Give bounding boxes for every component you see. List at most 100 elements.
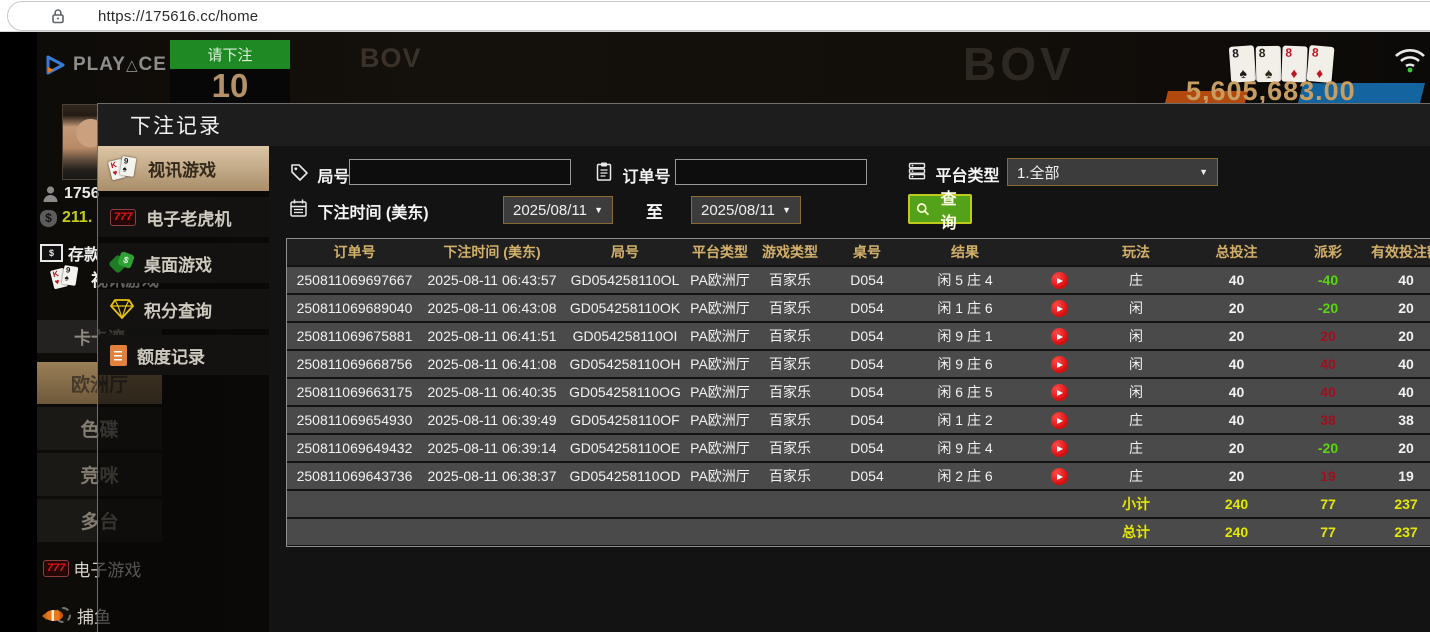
cell-game-type: 百家乐 xyxy=(752,351,828,377)
cell-bet-type: 庄 xyxy=(1094,407,1178,433)
cell-round-number: GD054258110OF xyxy=(562,407,688,433)
cell-bet-time: 2025-08-11 06:43:08 xyxy=(422,295,562,321)
to-separator: 至 xyxy=(646,198,663,223)
wifi-icon xyxy=(1395,49,1425,73)
column-header: 结果 xyxy=(906,239,1024,265)
cell-bet-type: 庄 xyxy=(1094,267,1178,293)
money-bag-icon: $ xyxy=(40,209,57,227)
cell-bet-time: 2025-08-11 06:39:49 xyxy=(422,407,562,433)
sidebar-item-4[interactable]: 积分查询 xyxy=(98,289,269,329)
cell-payout: 40 xyxy=(1295,351,1361,377)
cell-total-bet: 240 xyxy=(1178,519,1295,545)
cell-total-bet: 20 xyxy=(1178,323,1295,349)
cell-payout: 20 xyxy=(1295,323,1361,349)
user-icon xyxy=(43,186,58,202)
cell-round-number: GD054258110OG xyxy=(562,379,688,405)
date-to-select[interactable]: 2025/08/11 ▼ xyxy=(691,196,801,224)
cell-result: 闲 1 庄 6 xyxy=(906,295,1024,321)
cell-replay xyxy=(1024,295,1094,321)
cell-bet-time: 2025-08-11 06:40:35 xyxy=(422,379,562,405)
round-label: 局号 xyxy=(317,169,350,186)
cell-empty xyxy=(828,519,906,545)
replay-button[interactable] xyxy=(1050,468,1068,486)
cell-result: 闲 9 庄 6 xyxy=(906,351,1024,377)
order-filter: 订单号 xyxy=(594,161,670,187)
banknote-icon: $ xyxy=(40,244,63,262)
slots-777-icon: 777 xyxy=(43,559,70,577)
date-from-value: 2025/08/11 xyxy=(513,201,587,219)
replay-button[interactable] xyxy=(1050,272,1068,290)
deposit-button[interactable]: $ 存款 xyxy=(40,241,100,265)
cell-payout: -20 xyxy=(1295,435,1361,461)
sidebar-item-2[interactable]: 777 电子老虎机 xyxy=(98,197,269,237)
cell-game-type: 百家乐 xyxy=(752,379,828,405)
cell-bet-type: 闲 xyxy=(1094,351,1178,377)
cell-empty xyxy=(287,491,422,517)
cell-payout: 77 xyxy=(1295,519,1361,545)
cell-bet-time: 2025-08-11 06:41:08 xyxy=(422,351,562,377)
quota-doc-icon xyxy=(110,344,127,366)
table-row: 250811069654930 2025-08-11 06:39:49 GD0542… xyxy=(287,407,1430,433)
replay-button[interactable] xyxy=(1050,384,1068,402)
modal-main-panel: 局号 订单号 平台类型 1.全部 ▼ 下注时间 (美东) 2025/08/11 … xyxy=(269,146,1430,632)
cell-result: 闲 2 庄 6 xyxy=(906,463,1024,489)
cell-bet-type: 庄 xyxy=(1094,435,1178,461)
search-button[interactable]: 查询 xyxy=(908,191,972,232)
cell-replay xyxy=(1024,407,1094,433)
replay-button[interactable] xyxy=(1050,440,1068,458)
bet-time-filter: 下注时间 (美东) xyxy=(289,198,429,223)
cell-order-number: 250811069643736 xyxy=(287,463,422,489)
cell-empty xyxy=(828,491,906,517)
replay-button[interactable] xyxy=(1050,328,1068,346)
cell-empty xyxy=(1024,519,1094,545)
cell-total-bet: 20 xyxy=(1178,435,1295,461)
cell-table-number: D054 xyxy=(828,463,906,489)
to-label: 至 xyxy=(646,203,663,222)
round-filter: 局号 xyxy=(289,162,349,187)
cell-payout: -40 xyxy=(1295,267,1361,293)
cell-empty xyxy=(906,519,1024,545)
url-input[interactable]: https://175616.cc/home xyxy=(7,1,1430,31)
cell-payout: 19 xyxy=(1295,463,1361,489)
sidebar-item-label: 额度记录 xyxy=(137,347,205,367)
cell-bet-time: 2025-08-11 06:39:14 xyxy=(422,435,562,461)
chevron-down-icon: ▼ xyxy=(594,205,603,215)
user-balance: 211. xyxy=(62,209,93,226)
deposit-label: 存款 xyxy=(68,247,101,264)
cell-order-number: 250811069654930 xyxy=(287,407,422,433)
cell-table-number: D054 xyxy=(828,267,906,293)
replay-button[interactable] xyxy=(1050,356,1068,374)
column-header: 游戏类型 xyxy=(752,239,828,265)
cell-table-number: D054 xyxy=(828,379,906,405)
round-number-input[interactable] xyxy=(349,159,571,185)
sidebar-item-3[interactable]: $ 桌面游戏 xyxy=(98,243,269,283)
cell-result: 闲 1 庄 2 xyxy=(906,407,1024,433)
order-number-input[interactable] xyxy=(675,159,867,185)
cell-total-bet: 20 xyxy=(1178,463,1295,489)
cell-valid-bet: 237 xyxy=(1361,491,1430,517)
search-label: 查询 xyxy=(940,191,957,232)
cell-round-number: GD054258110OE xyxy=(562,435,688,461)
date-from-select[interactable]: 2025/08/11 ▼ xyxy=(503,196,613,224)
cell-valid-bet: 40 xyxy=(1361,267,1430,293)
sidebar-item-1[interactable]: K ♥ 9 ♠ 视讯游戏 xyxy=(98,146,283,191)
sidebar-item-5[interactable]: 额度记录 xyxy=(98,335,269,375)
cell-bet-time: 2025-08-11 06:38:37 xyxy=(422,463,562,489)
cell-total-bet: 40 xyxy=(1178,407,1295,433)
chevron-down-icon: ▼ xyxy=(782,205,791,215)
cell-platform: PA欧洲厅 xyxy=(688,379,752,405)
cell-empty xyxy=(562,491,688,517)
cell-bet-type: 庄 xyxy=(1094,463,1178,489)
platform-select[interactable]: 1.全部 ▼ xyxy=(1007,158,1218,186)
cell-platform: PA欧洲厅 xyxy=(688,407,752,433)
cell-valid-bet: 20 xyxy=(1361,323,1430,349)
cell-result: 闲 9 庄 1 xyxy=(906,323,1024,349)
cell-platform: PA欧洲厅 xyxy=(688,435,752,461)
replay-button[interactable] xyxy=(1050,412,1068,430)
replay-button[interactable] xyxy=(1050,300,1068,318)
platform-list-icon xyxy=(908,162,926,180)
points-gem-icon xyxy=(110,299,134,319)
table-row: 250811069697667 2025-08-11 06:43:57 GD0542… xyxy=(287,267,1430,293)
cell-platform: PA欧洲厅 xyxy=(688,351,752,377)
cell-empty xyxy=(688,491,752,517)
